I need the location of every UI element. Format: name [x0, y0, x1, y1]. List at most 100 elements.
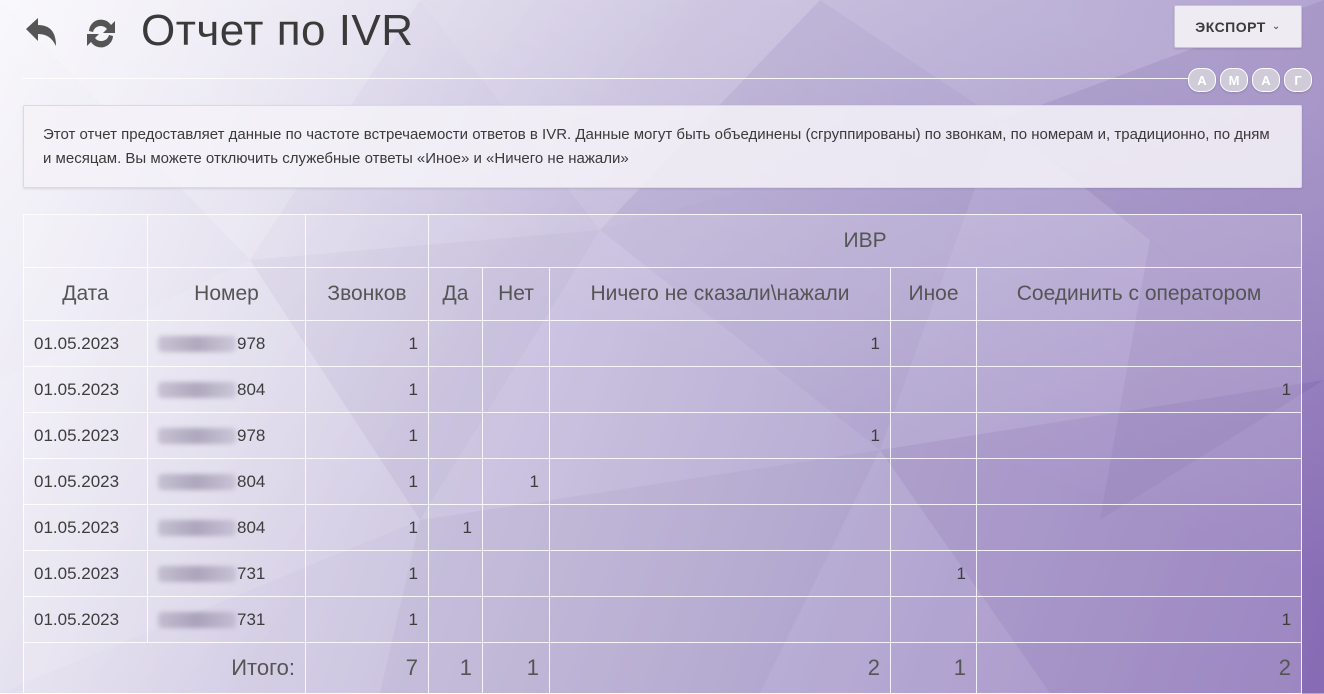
- number-suffix: 731: [237, 609, 266, 629]
- cell-number: 978: [147, 320, 306, 367]
- number-suffix: 731: [237, 563, 266, 583]
- total-calls: 7: [305, 642, 429, 694]
- top-bar: Отчет по IVR ЭКСПОРТ ⌄: [0, 0, 1324, 80]
- table-total-row: Итого: 7 1 1 2 1 2: [23, 642, 1303, 694]
- cell-number: 731: [147, 550, 306, 597]
- cell-nothing: [549, 596, 891, 643]
- cell-operator: [975, 504, 1303, 551]
- export-button[interactable]: ЭКСПОРТ ⌄: [1174, 5, 1302, 48]
- export-label: ЭКСПОРТ: [1195, 18, 1266, 35]
- cell-yes: [428, 458, 483, 505]
- report-description: Этот отчет предоставляет данные по часто…: [23, 105, 1302, 188]
- cell-operator: [975, 550, 1303, 597]
- col-date[interactable]: Дата: [23, 267, 148, 321]
- cell-other: [890, 320, 977, 367]
- redacted-digits: [158, 520, 236, 537]
- cell-calls: 1: [305, 504, 429, 551]
- cell-number: 804: [147, 366, 306, 413]
- total-no: 1: [482, 642, 550, 694]
- cell-no: [482, 550, 550, 597]
- number-suffix: 804: [237, 471, 266, 491]
- total-label: Итого:: [23, 642, 306, 694]
- cell-other: 1: [890, 550, 977, 597]
- cell-date: 01.05.2023: [23, 596, 148, 643]
- total-nothing: 2: [549, 642, 891, 694]
- cell-operator: [975, 412, 1303, 459]
- cell-yes: [428, 596, 483, 643]
- col-operator[interactable]: Соединить с оператором: [975, 267, 1303, 321]
- cell-number: 731: [147, 596, 306, 643]
- cell-nothing: [549, 458, 891, 505]
- cell-no: [482, 366, 550, 413]
- redacted-digits: [158, 336, 236, 353]
- cell-nothing: [549, 550, 891, 597]
- cell-other: [890, 412, 977, 459]
- font-button-m[interactable]: М: [1220, 68, 1248, 92]
- font-button-g[interactable]: Г: [1284, 68, 1312, 92]
- total-operator: 2: [975, 642, 1303, 694]
- cell-nothing: [549, 366, 891, 413]
- cell-date: 01.05.2023: [23, 412, 148, 459]
- redacted-digits: [158, 428, 236, 445]
- undo-arrow-icon: [26, 18, 56, 46]
- table-row: 01.05.2023 978 1 1: [23, 412, 1303, 459]
- back-button[interactable]: [20, 12, 62, 54]
- cell-number: 804: [147, 458, 306, 505]
- redacted-digits: [158, 474, 236, 491]
- cell-operator: 1: [975, 366, 1303, 413]
- cell-other: [890, 458, 977, 505]
- table-body: 01.05.2023 978 1 1 01.05.2023 804 1 1 01.05.2023…: [23, 320, 1303, 643]
- cell-other: [890, 596, 977, 643]
- table-row: 01.05.2023 978 1 1: [23, 320, 1303, 367]
- col-other[interactable]: Иное: [890, 267, 977, 321]
- page-title: Отчет по IVR: [141, 6, 414, 55]
- cell-nothing: 1: [549, 412, 891, 459]
- col-number[interactable]: Номер: [147, 267, 306, 321]
- title-divider: [22, 78, 1192, 79]
- cell-yes: [428, 550, 483, 597]
- cell-number: 978: [147, 412, 306, 459]
- cell-no: [482, 596, 550, 643]
- cell-calls: 1: [305, 366, 429, 413]
- cell-calls: 1: [305, 596, 429, 643]
- cell-date: 01.05.2023: [23, 504, 148, 551]
- cell-other: [890, 366, 977, 413]
- cell-operator: 1: [975, 596, 1303, 643]
- cell-other: [890, 504, 977, 551]
- cell-no: [482, 320, 550, 367]
- table-row: 01.05.2023 804 1 1: [23, 504, 1303, 551]
- number-suffix: 804: [237, 517, 266, 537]
- col-yes[interactable]: Да: [428, 267, 483, 321]
- col-nothing[interactable]: Ничего не сказали\нажали: [549, 267, 891, 321]
- col-calls[interactable]: Звонков: [305, 267, 429, 321]
- total-other: 1: [890, 642, 977, 694]
- cell-calls: 1: [305, 320, 429, 367]
- table-group-header: ИВР: [23, 214, 1303, 268]
- cell-yes: 1: [428, 504, 483, 551]
- col-no[interactable]: Нет: [482, 267, 550, 321]
- table-column-headers: Дата Номер Звонков Да Нет Ничего не сказ…: [23, 267, 1303, 321]
- cell-nothing: 1: [549, 320, 891, 367]
- font-button-a[interactable]: А: [1188, 68, 1216, 92]
- redacted-digits: [158, 566, 236, 583]
- cell-no: [482, 412, 550, 459]
- refresh-button[interactable]: [80, 12, 122, 54]
- cell-yes: [428, 366, 483, 413]
- refresh-icon: [87, 19, 115, 48]
- cell-calls: 1: [305, 550, 429, 597]
- cell-calls: 1: [305, 458, 429, 505]
- chevron-down-icon: ⌄: [1271, 21, 1281, 32]
- cell-date: 01.05.2023: [23, 320, 148, 367]
- cell-no: 1: [482, 458, 550, 505]
- font-button-a2[interactable]: А: [1252, 68, 1280, 92]
- ivr-group-label: ИВР: [427, 214, 1303, 268]
- table-row: 01.05.2023 804 1 1: [23, 458, 1303, 505]
- total-yes: 1: [428, 642, 483, 694]
- ivr-report-table: ИВР Дата Номер Звонков Да Нет Ничего не …: [23, 214, 1303, 694]
- cell-nothing: [549, 504, 891, 551]
- font-size-switcher: А М А Г: [1188, 68, 1312, 92]
- table-row: 01.05.2023 731 1 1: [23, 596, 1303, 643]
- cell-date: 01.05.2023: [23, 550, 148, 597]
- cell-date: 01.05.2023: [23, 458, 148, 505]
- redacted-digits: [158, 612, 236, 629]
